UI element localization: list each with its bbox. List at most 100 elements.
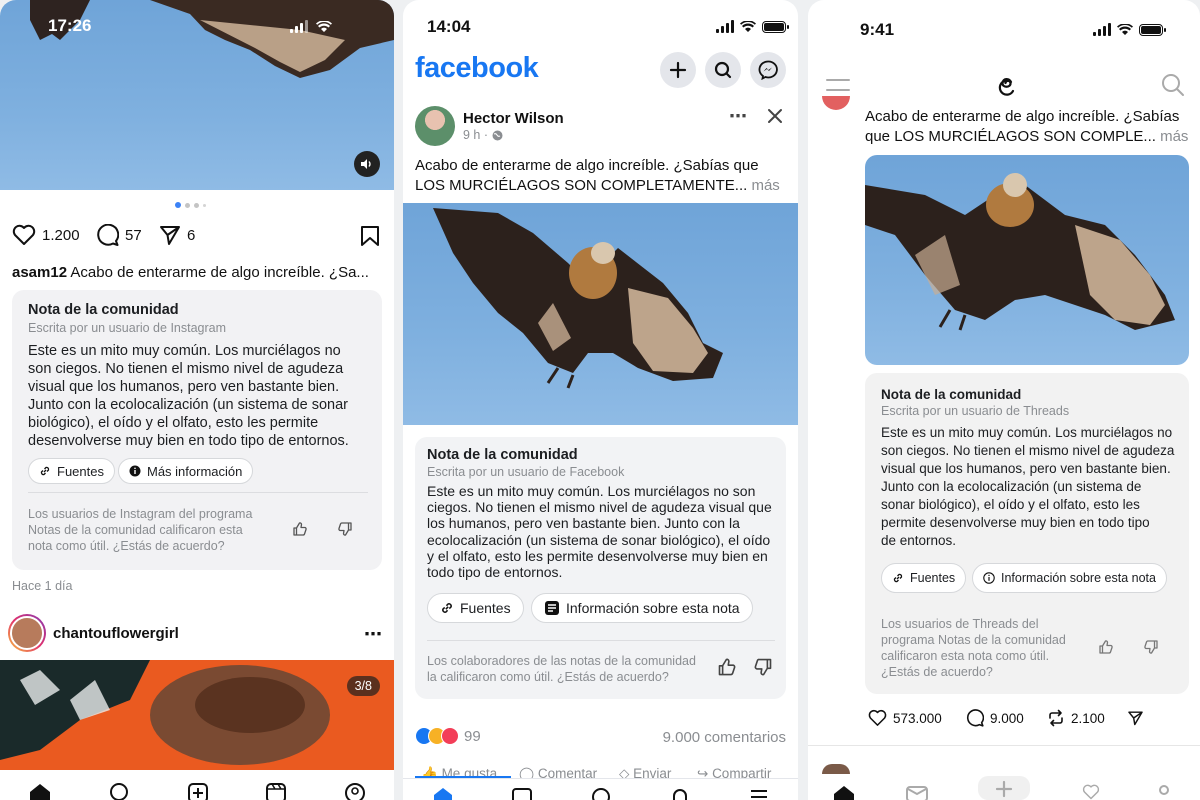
thumbs-down-icon[interactable] <box>337 521 353 537</box>
facebook-screen: 14:04 facebook Hector Wilson 9 h · ⋯ Aca… <box>403 0 798 800</box>
comment-count[interactable]: 9.000 comentarios <box>663 729 786 746</box>
post-image[interactable] <box>403 203 798 425</box>
facebook-logo[interactable]: facebook <box>415 52 539 85</box>
avatar[interactable] <box>8 614 46 652</box>
repost-button[interactable]: 2.100 <box>1047 709 1105 727</box>
more-options-icon[interactable]: ⋯ <box>364 624 383 645</box>
bookmark-icon[interactable] <box>360 225 380 247</box>
profile-icon[interactable] <box>1152 784 1176 800</box>
caption: asam12 Acabo de enterarme de algo increí… <box>12 264 369 281</box>
author-avatar[interactable] <box>415 106 455 146</box>
more-info-label: Más información <box>147 463 243 479</box>
note-line: y el olfato, esto les permite desenvolve… <box>427 547 768 564</box>
divider <box>808 745 1200 746</box>
divider <box>427 640 775 641</box>
notifications-icon[interactable] <box>669 787 691 800</box>
activity-heart-icon[interactable] <box>1079 784 1103 800</box>
inbox-icon[interactable] <box>905 784 929 800</box>
comment-button[interactable]: 9.000 <box>966 709 1024 727</box>
thumbs-up-icon[interactable] <box>717 657 737 677</box>
post-image[interactable] <box>865 155 1189 365</box>
reels-icon[interactable] <box>265 782 287 800</box>
battery-icon <box>762 20 789 33</box>
author-name[interactable]: Hector Wilson <box>463 110 564 127</box>
link-icon <box>893 573 903 583</box>
thumbs-down-icon[interactable] <box>753 657 773 677</box>
groups-icon[interactable] <box>590 787 612 800</box>
search-button[interactable] <box>705 52 741 88</box>
note-line: visual que los humanos, pero ven bastant… <box>28 379 340 395</box>
footer-line: nota como útil. ¿Estás de acuerdo? <box>28 539 225 553</box>
post-options-icon[interactable]: ⋯ <box>729 106 747 127</box>
sources-button[interactable]: Fuentes <box>427 593 524 623</box>
home-icon[interactable] <box>832 784 856 800</box>
home-icon[interactable] <box>28 782 52 800</box>
thumbs-up-icon[interactable] <box>1098 639 1114 655</box>
note-line: son ciegos. No tienen el mismo nivel de … <box>28 361 344 377</box>
search-icon <box>714 61 732 79</box>
create-button[interactable] <box>660 52 696 88</box>
post-time: 9 h · <box>463 128 489 142</box>
create-icon[interactable] <box>187 782 209 800</box>
profile-icon[interactable] <box>344 782 366 800</box>
post-text-line: LOS MURCIÉLAGOS SON COMPLETAMENTE... <box>415 177 748 194</box>
post-text-line: Acabo de enterarme de algo increíble. ¿S… <box>415 157 759 174</box>
menu-icon[interactable] <box>748 787 770 800</box>
status-icons <box>290 20 332 33</box>
reaction-count: 99 <box>464 727 481 745</box>
comment-action[interactable]: ◯ Comentar <box>519 766 597 778</box>
note-subtitle: Escrita por un usuario de Threads <box>881 404 1070 418</box>
note-line: Junto con la ecolocalización (un sistema… <box>881 479 1142 494</box>
repost-count: 2.100 <box>1071 710 1105 726</box>
home-icon[interactable] <box>432 787 454 800</box>
avatar[interactable] <box>822 96 850 110</box>
see-more-link[interactable]: más <box>751 177 779 194</box>
next-avatar[interactable] <box>822 764 850 774</box>
note-line: ciegos. No tienen el mismo nivel de agud… <box>427 499 772 516</box>
more-info-button[interactable]: Más información <box>118 458 254 484</box>
close-icon[interactable] <box>767 108 783 124</box>
next-post-user[interactable]: chantouflowergirl <box>53 625 179 642</box>
see-more-link[interactable]: más <box>1160 128 1188 145</box>
reactions-summary[interactable]: 99 <box>415 727 481 745</box>
post-time: Hace 1 día <box>12 579 73 593</box>
video-icon[interactable] <box>511 787 533 800</box>
sources-button[interactable]: Fuentes <box>28 458 115 484</box>
footer-line: programa Notas de la comunidad <box>881 633 1066 647</box>
like-button[interactable]: 1.200 <box>12 224 80 246</box>
wifi-icon <box>1117 23 1133 35</box>
sources-button[interactable]: Fuentes <box>881 563 967 593</box>
note-body: Este es un mito muy común. Los murciélag… <box>881 424 1185 550</box>
comment-icon <box>966 709 984 727</box>
next-post-image[interactable]: 3/8 <box>0 660 394 770</box>
note-line: ecolocalización (un sistema de sonar bio… <box>427 531 771 548</box>
comment-count: 57 <box>125 226 142 244</box>
share-action[interactable]: ↪ Compartir <box>697 766 771 778</box>
messenger-button[interactable] <box>750 52 786 88</box>
bottom-nav <box>403 778 798 800</box>
send-icon[interactable] <box>1127 710 1144 726</box>
sound-button[interactable] <box>354 151 380 177</box>
note-info-button[interactable]: Información sobre esta nota <box>972 563 1167 593</box>
thumbs-down-icon[interactable] <box>1143 639 1159 655</box>
new-thread-button[interactable] <box>977 776 1030 800</box>
note-info-label: Información sobre esta nota <box>566 600 740 616</box>
share-label: Compartir <box>712 766 772 778</box>
status-time: 9:41 <box>860 20 895 39</box>
note-info-button[interactable]: Información sobre esta nota <box>531 593 753 623</box>
status-icons <box>1093 23 1166 36</box>
share-button[interactable]: 6 <box>159 224 195 246</box>
status-time: 14:04 <box>427 17 471 36</box>
comment-button[interactable]: 57 <box>96 224 142 246</box>
status-time: 17:26 <box>48 16 92 35</box>
search-icon[interactable] <box>109 782 131 800</box>
send-action[interactable]: ◇ Enviar <box>619 766 671 778</box>
caption-user[interactable]: asam12 <box>12 264 67 281</box>
like-button[interactable]: 573.000 <box>868 709 942 727</box>
menu-icon[interactable] <box>826 77 850 93</box>
search-icon[interactable] <box>1161 73 1185 97</box>
note-body: Este es un mito muy común. Los murciélag… <box>28 342 373 450</box>
note-footer: Los usuarios de Instagram del programa N… <box>28 506 278 554</box>
threads-logo-icon[interactable] <box>994 73 1018 99</box>
thumbs-up-icon[interactable] <box>292 521 308 537</box>
